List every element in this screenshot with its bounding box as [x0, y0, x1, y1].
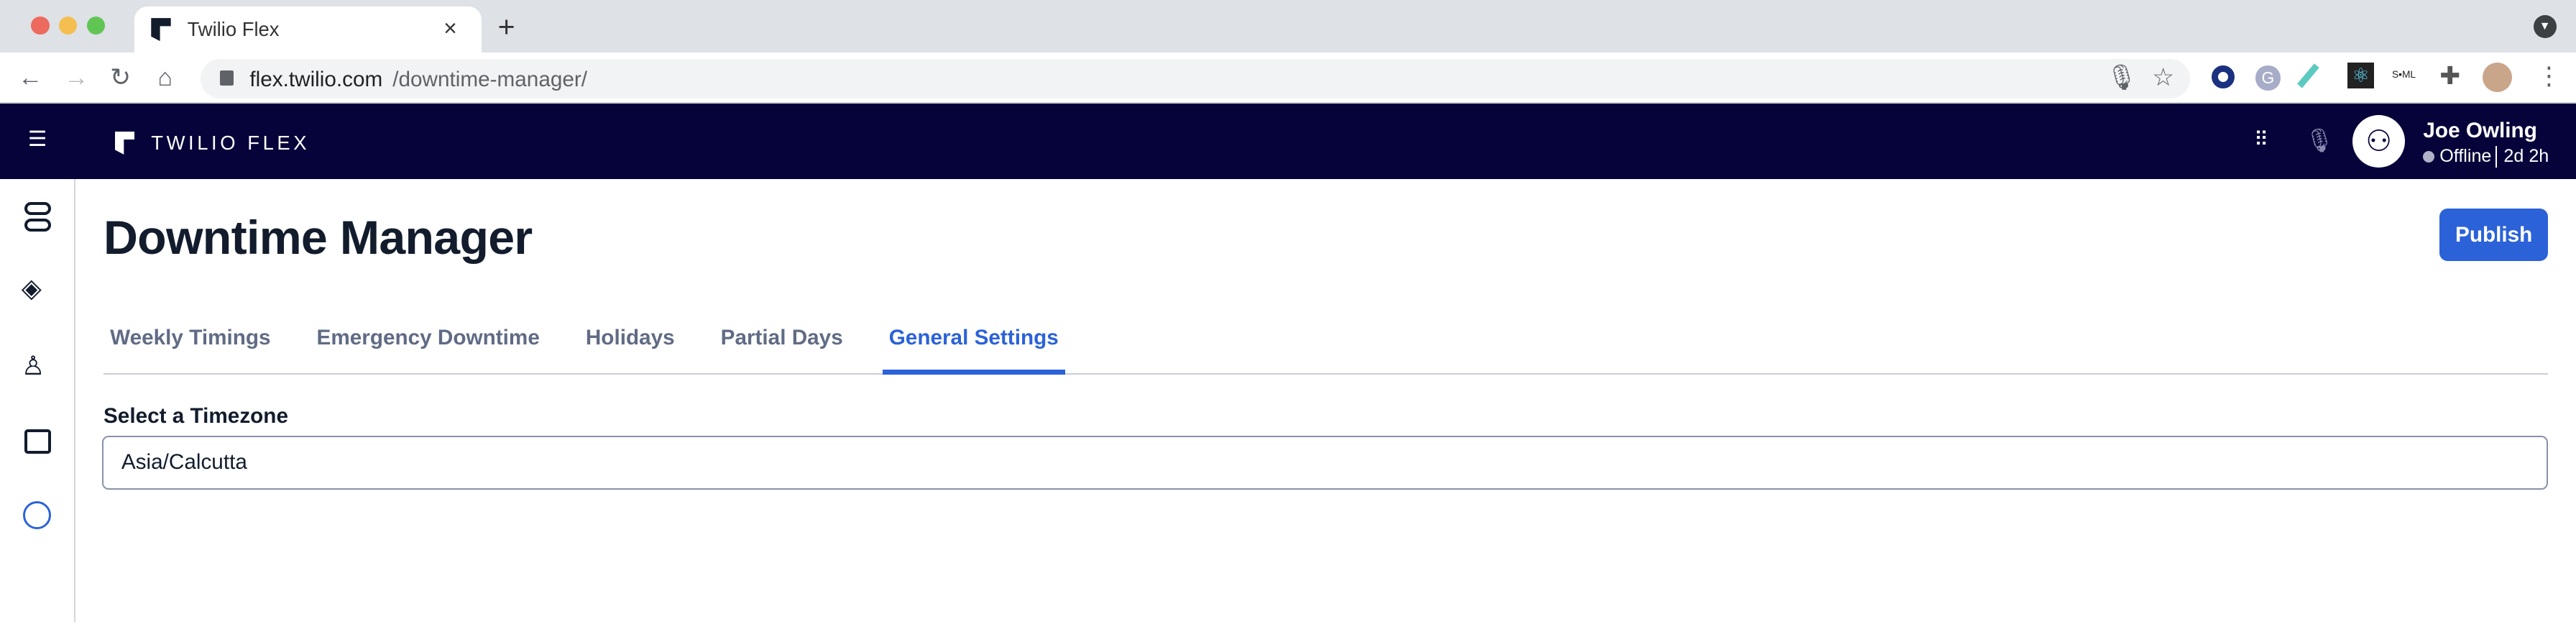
tab-holidays[interactable]: Holidays	[579, 312, 681, 373]
tab-search-icon[interactable]: ▼	[2533, 14, 2557, 38]
settings-tabs: Weekly Timings Emergency Downtime Holida…	[103, 312, 2549, 375]
extensions-puzzle-icon[interactable]: ✚	[2439, 64, 2460, 88]
sidebar-item-agents-icon-lower	[24, 218, 51, 232]
sidebar-item-dashboards-icon[interactable]	[24, 429, 51, 454]
brand-name: TWILIO FLEX	[151, 131, 310, 154]
back-icon[interactable]: ←	[18, 65, 42, 90]
close-tab-icon[interactable]: ×	[443, 15, 457, 42]
tab-emergency-downtime[interactable]: Emergency Downtime	[310, 312, 546, 373]
grammarly-extension-icon[interactable]: G	[2255, 65, 2281, 91]
twilio-flex-favicon-icon	[151, 18, 171, 42]
url-host: flex.twilio.com	[249, 67, 383, 91]
new-tab-icon[interactable]: +	[498, 10, 515, 44]
side-nav	[0, 179, 76, 622]
browser-tab-title: Twilio Flex	[187, 18, 280, 41]
tab-partial-days[interactable]: Partial Days	[714, 312, 850, 373]
voice-search-icon[interactable]: 🎙	[2106, 65, 2138, 90]
status-divider	[2495, 146, 2498, 168]
timezone-label: Select a Timezone	[103, 404, 288, 429]
twilio-flex-logo-icon	[114, 131, 135, 155]
timezone-select[interactable]: Asia/Calcutta	[101, 435, 2549, 490]
lock-icon	[220, 70, 234, 86]
tab-general-settings[interactable]: General Settings	[882, 312, 1066, 375]
sidebar-item-downtime-clock-icon[interactable]	[22, 501, 51, 529]
react-devtools-icon[interactable]: ⚛	[2347, 62, 2374, 89]
address-bar[interactable]: flex.twilio.com /downtime-manager/ 🎙 ☆	[200, 59, 2190, 99]
user-name: Joe Owling	[2423, 118, 2537, 142]
forward-icon[interactable]: →	[64, 65, 88, 90]
dialpad-icon[interactable]: ⠿	[2254, 128, 2268, 151]
close-window-button[interactable]	[31, 16, 50, 35]
user-avatar[interactable]: ⚇	[2352, 114, 2406, 168]
reload-icon[interactable]: ↻	[110, 65, 131, 90]
browser-tab[interactable]: Twilio Flex ×	[134, 6, 482, 53]
publish-button[interactable]: Publish	[2439, 209, 2549, 262]
saml-extension-icon[interactable]: S▪ML	[2392, 69, 2419, 82]
hamburger-menu-icon[interactable]: ☰	[28, 127, 47, 152]
url-path: /downtime-manager/	[392, 67, 588, 91]
extension-icon[interactable]	[2211, 65, 2235, 89]
sidebar-item-teams-icon[interactable]: ♙	[22, 350, 55, 383]
sidebar-item-layers-icon[interactable]: ◈	[22, 273, 55, 306]
microphone-icon[interactable]: 🎙	[2305, 127, 2334, 154]
flex-top-nav: ☰ TWILIO FLEX ⠿ 🎙 ⚇ Joe Owling Offline 2…	[0, 103, 2576, 180]
page-title: Downtime Manager	[103, 211, 533, 265]
tab-weekly-timings[interactable]: Weekly Timings	[104, 312, 277, 373]
status-dot-icon	[2423, 151, 2435, 163]
browser-menu-icon[interactable]: ⋮	[2536, 64, 2561, 88]
user-status[interactable]: Offline	[2439, 146, 2491, 167]
bookmark-star-icon[interactable]: ☆	[2152, 65, 2174, 90]
sidebar-item-agents-icon[interactable]	[24, 202, 51, 216]
profile-avatar[interactable]	[2482, 62, 2512, 92]
home-icon[interactable]: ⌂	[157, 65, 172, 90]
status-duration: 2d 2h	[2503, 146, 2549, 167]
